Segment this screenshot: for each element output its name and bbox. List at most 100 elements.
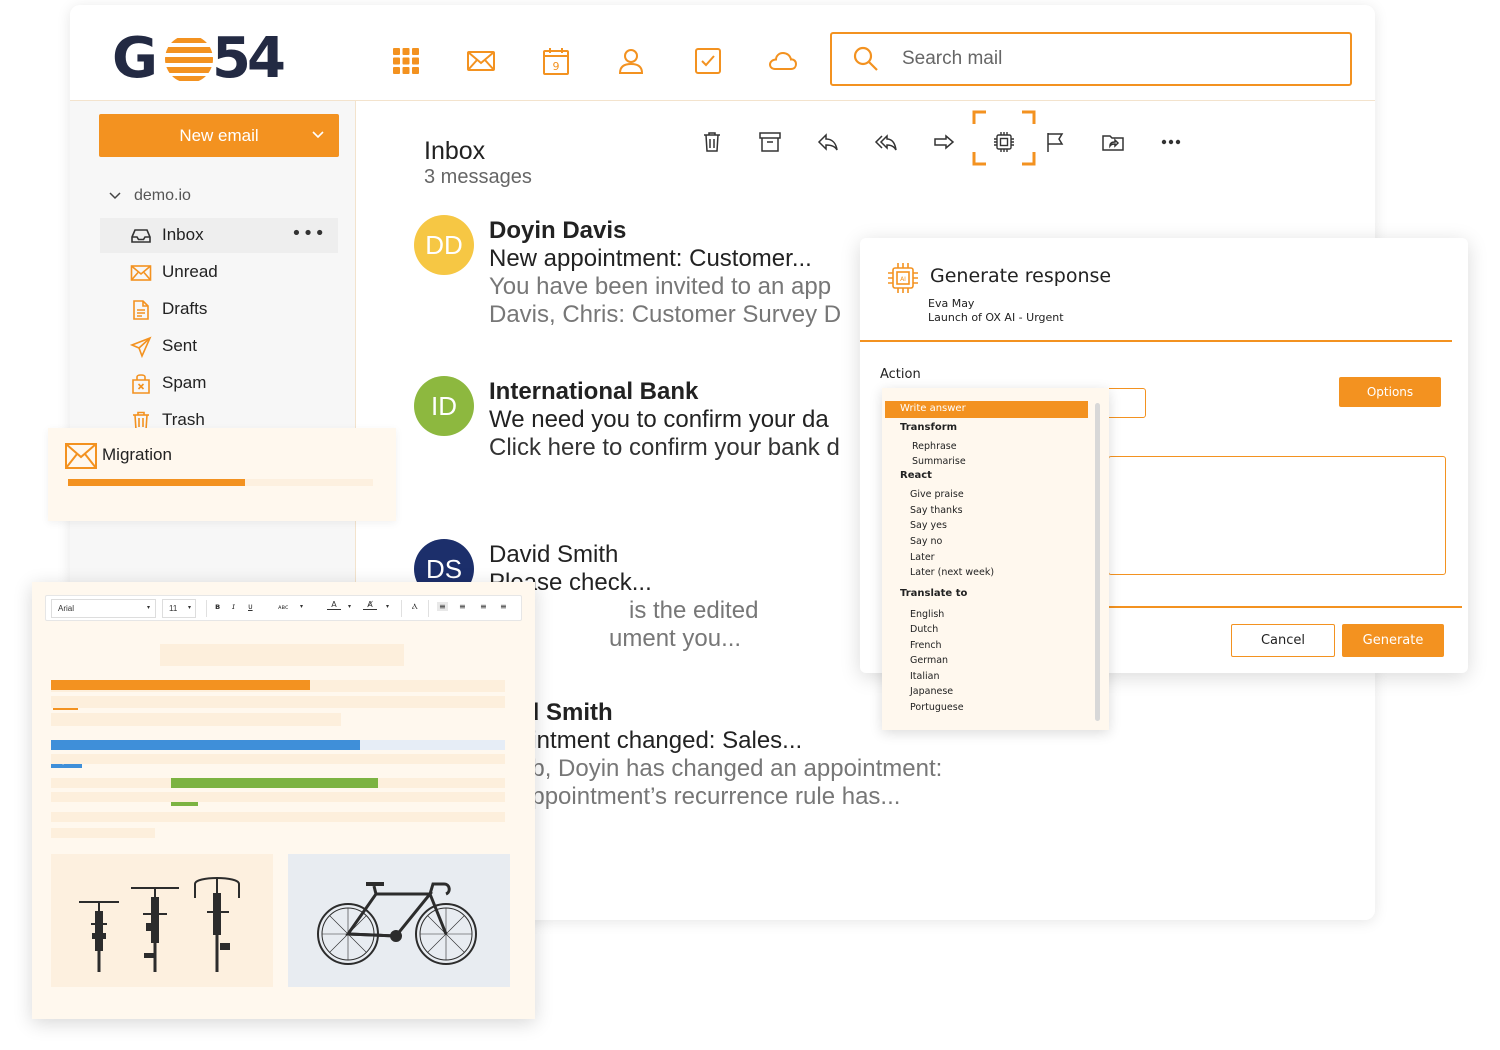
folder-sent[interactable]: Sent	[100, 329, 338, 364]
chevron-down-icon: ▾	[147, 604, 151, 611]
response-textarea[interactable]	[1108, 456, 1446, 575]
strikethrough-icon[interactable]: ᴀʙᴄ	[278, 604, 288, 611]
cancel-button[interactable]: Cancel	[1231, 624, 1335, 657]
svg-text:AI: AI	[900, 276, 906, 283]
bold-icon[interactable]: ʙ	[215, 602, 220, 611]
ai-chip-icon: AI	[888, 263, 918, 293]
generate-button[interactable]: Generate	[1342, 624, 1444, 657]
chevron-down-icon[interactable]: ▾	[348, 603, 351, 610]
menu-scrollbar[interactable]	[1095, 403, 1100, 721]
chevron-down-icon[interactable]	[311, 127, 325, 141]
menu-item-say-thanks[interactable]: Say thanks	[910, 505, 963, 516]
avatar: ID	[414, 376, 474, 436]
folder-label: Spam	[162, 373, 207, 392]
chevron-down-icon: ▾	[188, 604, 192, 611]
message-sender: id Smith	[518, 699, 613, 726]
delete-icon[interactable]	[695, 125, 729, 159]
message-count: 3 messages	[424, 166, 532, 188]
migration-card[interactable]: Migration	[48, 428, 396, 521]
menu-item-give-praise[interactable]: Give praise	[910, 489, 964, 500]
bike-side-image	[288, 854, 510, 987]
search-box[interactable]	[830, 32, 1352, 86]
align-center-icon[interactable]: ≡	[459, 602, 466, 611]
tasks-icon[interactable]	[690, 43, 726, 79]
menu-item-write-answer[interactable]: Write answer	[885, 401, 1088, 418]
folder-inbox[interactable]: Inbox •••	[100, 218, 338, 253]
doc-toolbar: Arial ▾ 11 ▾ ʙ ɪ ᴜ ᴀʙᴄ ▾ A ▾ Ⱥ ▾ Ⲁ ≡ ≡ ≡…	[45, 595, 522, 621]
menu-item-say-no[interactable]: Say no	[910, 536, 942, 547]
drafts-icon	[130, 299, 152, 321]
folder-spam[interactable]: Spam	[100, 366, 338, 401]
align-right-icon[interactable]: ≡	[480, 602, 487, 611]
archive-icon[interactable]	[753, 125, 787, 159]
menu-group-react: React	[900, 470, 932, 481]
gantt-bar-blue	[51, 740, 360, 750]
menu-item-dutch[interactable]: Dutch	[910, 624, 938, 635]
ai-chip-icon[interactable]	[987, 125, 1021, 159]
menu-item-portuguese[interactable]: Portuguese	[910, 702, 964, 713]
bikes-front-image	[51, 854, 273, 987]
more-icon[interactable]	[1154, 125, 1188, 159]
folder-unread[interactable]: Unread	[100, 255, 338, 290]
menu-item-french[interactable]: French	[910, 640, 942, 651]
italic-icon[interactable]: ɪ	[232, 602, 235, 611]
reply-icon[interactable]	[811, 125, 845, 159]
message-preview: Davis, Chris: Customer Survey D	[489, 301, 842, 328]
font-size-select[interactable]: 11 ▾	[162, 599, 196, 618]
dialog-title: Generate response	[930, 265, 1112, 287]
dialog-sender: Eva May	[928, 297, 975, 310]
gantt-bar-orange	[51, 680, 310, 690]
menu-item-italian[interactable]: Italian	[910, 671, 939, 682]
forward-icon[interactable]	[927, 125, 961, 159]
apps-grid-icon[interactable]	[388, 43, 424, 79]
mail-icon[interactable]	[463, 43, 499, 79]
folder-drafts[interactable]: Drafts	[100, 292, 338, 327]
dialog-footer-divider	[1108, 606, 1462, 608]
sent-icon	[130, 336, 152, 358]
chevron-down-icon[interactable]: ▾	[300, 603, 303, 610]
menu-item-summarise[interactable]: Summarise	[912, 456, 966, 467]
calendar-icon[interactable]: 9	[538, 43, 574, 79]
menu-item-japanese[interactable]: Japanese	[910, 686, 953, 697]
search-input[interactable]	[902, 44, 1322, 74]
message-preview: Click here to confirm your bank d	[489, 434, 840, 461]
folder-more-icon[interactable]: •••	[291, 223, 326, 244]
text-color-icon[interactable]: A	[327, 600, 341, 610]
migration-progress-fill	[68, 479, 245, 486]
message-subject: New appointment: Customer...	[489, 245, 812, 272]
font-family-select[interactable]: Arial ▾	[51, 599, 156, 618]
menu-item-german[interactable]: German	[910, 655, 948, 666]
align-left-icon[interactable]: ≡	[437, 602, 448, 611]
underline-icon[interactable]: ᴜ	[248, 602, 253, 611]
menu-item-later-next-week[interactable]: Later (next week)	[910, 567, 994, 578]
menu-item-say-yes[interactable]: Say yes	[910, 520, 947, 531]
bicycles-front-view-icon	[79, 877, 240, 972]
drive-cloud-icon[interactable]	[765, 43, 801, 79]
message-content: Doyin Davis New appointment: Customer...…	[489, 217, 841, 329]
message-subject: We need you to confirm your da	[489, 406, 829, 433]
text-style-icon[interactable]: Ⲁ	[412, 602, 418, 612]
message-subject: ointment changed: Sales...	[518, 727, 803, 754]
flag-icon[interactable]	[1038, 125, 1072, 159]
doc-row	[51, 696, 505, 708]
new-email-button[interactable]: New email	[99, 114, 339, 157]
menu-item-rephrase[interactable]: Rephrase	[912, 441, 957, 452]
move-folder-icon[interactable]	[1096, 125, 1130, 159]
folder-title: Inbox	[424, 137, 486, 165]
align-justify-icon[interactable]: ≡	[500, 602, 507, 611]
account-toggle[interactable]: demo.io	[108, 185, 191, 207]
mail-icon	[65, 443, 97, 469]
contacts-icon[interactable]	[613, 43, 649, 79]
brand-logo[interactable]: G 54	[112, 27, 287, 91]
message-sender: Doyin Davis	[489, 217, 627, 244]
options-button[interactable]: Options	[1339, 377, 1441, 407]
doc-row	[51, 828, 155, 838]
message-sender: David Smith	[489, 541, 619, 568]
reply-all-icon[interactable]	[869, 125, 903, 159]
menu-item-english[interactable]: English	[910, 609, 944, 620]
toolbar-separator	[401, 600, 402, 617]
highlight-color-icon[interactable]: Ⱥ	[363, 600, 377, 610]
chevron-down-icon[interactable]: ▾	[386, 603, 389, 610]
menu-item-later[interactable]: Later	[910, 552, 935, 563]
toolbar-separator	[206, 600, 207, 617]
